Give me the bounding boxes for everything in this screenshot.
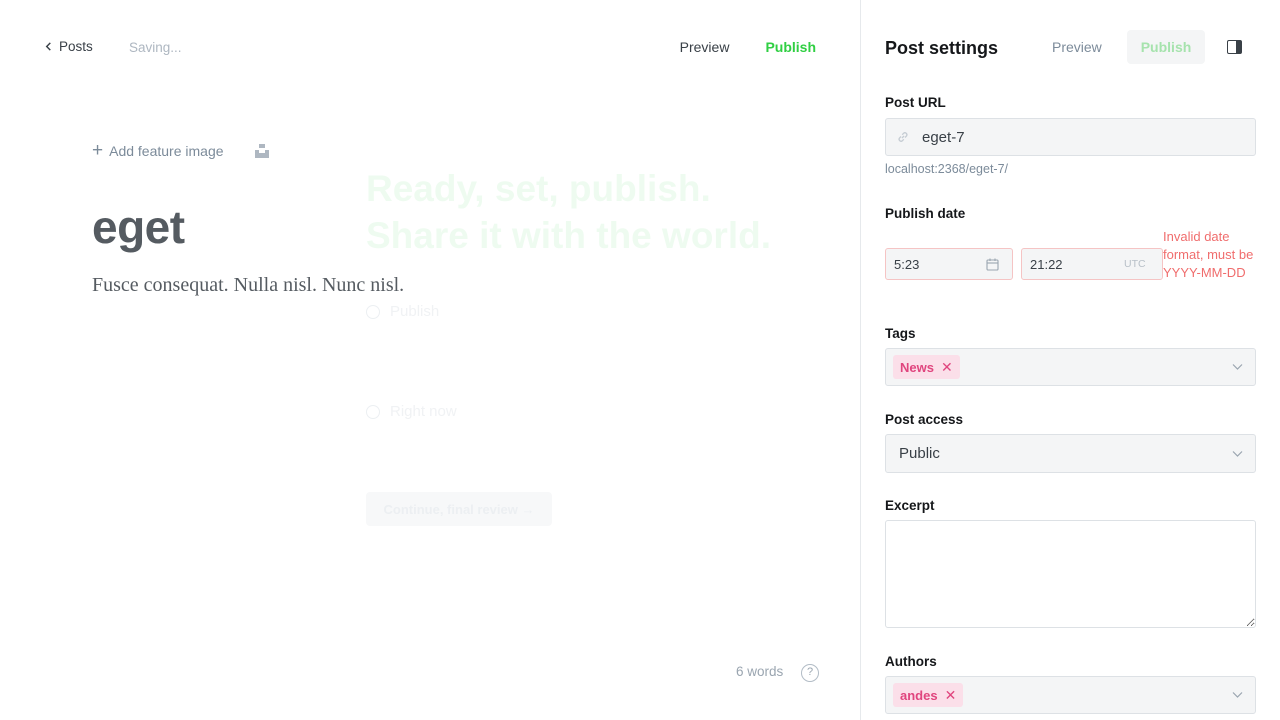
authors-select[interactable]: andes ✕ xyxy=(885,676,1256,714)
excerpt-label: Excerpt xyxy=(885,498,935,513)
excerpt-textarea[interactable] xyxy=(885,520,1256,628)
time-input[interactable] xyxy=(1030,256,1120,272)
unsplash-icon[interactable] xyxy=(254,143,270,159)
post-access-value: Public xyxy=(899,445,940,462)
remove-tag-icon[interactable]: ✕ xyxy=(941,359,953,376)
preview-button[interactable]: Preview xyxy=(680,39,730,55)
chevron-down-icon xyxy=(1232,450,1243,457)
timezone-label: UTC xyxy=(1124,258,1146,270)
publish-flow-ghost: Ready, set, publish. Share it with the w… xyxy=(366,165,771,526)
panel-title: Post settings xyxy=(885,38,999,58)
post-url-field[interactable] xyxy=(885,118,1256,156)
ghost-option-publish: Publish xyxy=(366,303,439,320)
ghost-option-when-label: Right now xyxy=(390,403,457,420)
date-error-message: Invalid date format, must be YYYY-MM-DD xyxy=(1163,229,1254,280)
tag-token-label: News xyxy=(900,359,934,375)
post-url-label: Post URL xyxy=(885,95,946,110)
chevron-left-icon xyxy=(45,42,51,51)
post-access-select[interactable]: Public xyxy=(885,434,1256,473)
clock-icon xyxy=(366,404,380,419)
tags-select[interactable]: News ✕ xyxy=(885,348,1256,386)
publish-date-label: Publish date xyxy=(885,206,966,221)
publish-button[interactable]: Publish xyxy=(765,39,816,55)
ghost-option-publish-label: Publish xyxy=(390,303,440,320)
tag-token: News ✕ xyxy=(893,355,960,379)
post-url-hint: localhost:2368/eget-7/ xyxy=(885,162,1009,176)
link-icon xyxy=(898,132,908,142)
back-label: Posts xyxy=(59,39,93,54)
send-icon xyxy=(366,304,380,319)
back-to-posts-link[interactable]: Posts xyxy=(44,39,93,54)
ghost-heading-1: Ready, set, publish. xyxy=(366,168,711,209)
authors-label: Authors xyxy=(885,654,937,669)
remove-author-icon[interactable]: ✕ xyxy=(945,687,957,704)
ghost-option-when: Right now xyxy=(366,403,457,420)
author-token-label: andes xyxy=(900,687,938,703)
save-status: Saving... xyxy=(129,40,182,55)
word-count: 6 words xyxy=(736,664,784,679)
post-editor: Posts Saving... Preview Publish Ready, s… xyxy=(0,0,860,720)
time-field[interactable]: UTC xyxy=(1021,248,1163,280)
author-token: andes ✕ xyxy=(893,683,964,707)
calendar-icon[interactable] xyxy=(986,258,999,271)
ghost-heading-2: Share it with the world. xyxy=(366,215,771,256)
date-input[interactable] xyxy=(894,256,986,272)
tags-label: Tags xyxy=(885,326,916,341)
editor-topbar: Posts Saving... Preview Publish xyxy=(0,0,860,94)
plus-icon: + xyxy=(92,140,104,161)
help-icon[interactable]: ? xyxy=(801,664,819,682)
post-title[interactable]: eget xyxy=(92,200,185,254)
editor-actions: Preview Publish xyxy=(680,39,816,55)
chevron-down-icon xyxy=(1232,692,1243,698)
add-feature-image-button[interactable]: + Add feature image xyxy=(92,140,224,161)
sidebar-toggle-icon[interactable] xyxy=(1227,40,1242,54)
chevron-down-icon xyxy=(1232,364,1243,370)
post-url-input[interactable] xyxy=(922,128,1242,146)
ghost-continue-button: Continue, final review → xyxy=(366,492,552,526)
panel-preview-button[interactable]: Preview xyxy=(1052,39,1102,55)
post-settings-panel: Post settings Preview Publish Post URL l… xyxy=(860,0,1280,720)
post-body[interactable]: Fusce consequat. Nulla nisl. Nunc nisl. xyxy=(92,274,404,297)
add-feature-image-label: Add feature image xyxy=(109,143,224,159)
panel-publish-button[interactable]: Publish xyxy=(1127,30,1205,64)
post-access-label: Post access xyxy=(885,412,964,427)
date-field[interactable] xyxy=(885,248,1013,280)
